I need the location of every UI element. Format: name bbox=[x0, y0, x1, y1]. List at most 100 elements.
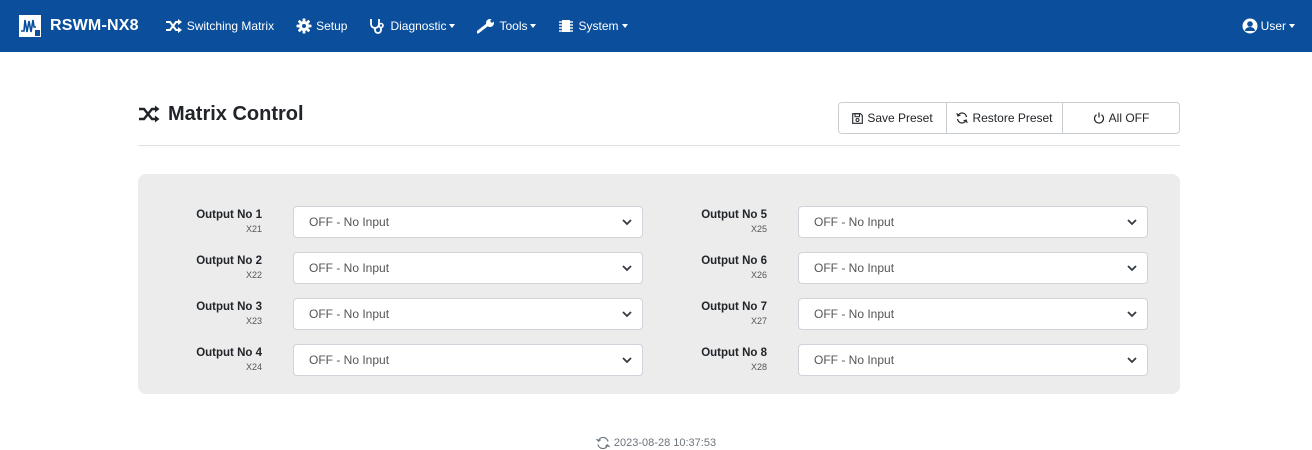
select-value: OFF - No Input bbox=[814, 307, 895, 321]
nav-diagnostic-label: Diagnostic bbox=[390, 19, 447, 33]
chevron-down-icon bbox=[622, 356, 632, 363]
output-row: Output No 1 X21 OFF - No Input bbox=[168, 199, 678, 245]
nav-tools[interactable]: Tools bbox=[477, 18, 537, 34]
chevron-down-icon bbox=[1127, 218, 1137, 225]
chevron-down-icon bbox=[622, 310, 632, 317]
output-code: X23 bbox=[245, 316, 262, 327]
output-row: Output No 8 X28 OFF - No Input bbox=[673, 337, 1183, 383]
timestamp-text: 2023-08-28 10:37:53 bbox=[613, 437, 717, 449]
output-code: X25 bbox=[750, 224, 767, 235]
output-name: Output No 3 bbox=[196, 301, 262, 314]
footer-timestamp: 2023-08-28 10:37:53 bbox=[0, 437, 1312, 449]
output-label: Output No 2 X22 bbox=[168, 255, 293, 281]
output-label: Output No 1 X21 bbox=[168, 209, 293, 235]
nav-diagnostic[interactable]: Diagnostic bbox=[369, 18, 456, 34]
output-1-select[interactable]: OFF - No Input bbox=[293, 206, 643, 238]
chevron-down-icon bbox=[622, 218, 632, 225]
chevron-down-icon bbox=[622, 264, 632, 271]
output-8-select[interactable]: OFF - No Input bbox=[798, 344, 1148, 376]
output-label: Output No 8 X28 bbox=[673, 347, 798, 373]
select-value: OFF - No Input bbox=[309, 215, 390, 229]
nav-tools-label: Tools bbox=[499, 19, 528, 33]
output-name: Output No 2 bbox=[196, 255, 262, 268]
nav-system[interactable]: System bbox=[558, 18, 628, 34]
sync-icon bbox=[595, 437, 610, 449]
preset-button-group: Save Preset Restore Preset All OFF bbox=[838, 102, 1180, 134]
output-row: Output No 4 X24 OFF - No Input bbox=[168, 337, 678, 383]
output-code: X22 bbox=[245, 270, 262, 281]
output-code: X21 bbox=[245, 224, 262, 235]
nav-setup-label: Setup bbox=[316, 19, 348, 33]
output-label: Output No 5 X25 bbox=[673, 209, 798, 235]
shuffle-icon bbox=[139, 105, 160, 123]
outputs-column-right: Output No 5 X25 OFF - No Input Output No… bbox=[673, 199, 1183, 383]
chevron-down-icon bbox=[1289, 24, 1295, 28]
output-row: Output No 2 X22 OFF - No Input bbox=[168, 245, 678, 291]
chevron-down-icon bbox=[1127, 310, 1137, 317]
select-value: OFF - No Input bbox=[814, 261, 895, 275]
nav-setup[interactable]: Setup bbox=[296, 18, 347, 34]
select-value: OFF - No Input bbox=[309, 307, 390, 321]
gear-icon bbox=[296, 18, 312, 34]
brand-logo-icon bbox=[19, 15, 41, 37]
output-5-select[interactable]: OFF - No Input bbox=[798, 206, 1148, 238]
power-icon bbox=[1093, 112, 1104, 124]
select-value: OFF - No Input bbox=[814, 215, 895, 229]
output-6-select[interactable]: OFF - No Input bbox=[798, 252, 1148, 284]
output-code: X26 bbox=[750, 270, 767, 281]
output-4-select[interactable]: OFF - No Input bbox=[293, 344, 643, 376]
output-row: Output No 7 X27 OFF - No Input bbox=[673, 291, 1183, 337]
save-preset-label: Save Preset bbox=[867, 111, 933, 125]
all-off-label: All OFF bbox=[1108, 111, 1150, 125]
chevron-down-icon bbox=[449, 24, 456, 28]
output-row: Output No 6 X26 OFF - No Input bbox=[673, 245, 1183, 291]
chevron-down-icon bbox=[1127, 356, 1137, 363]
restore-preset-label: Restore Preset bbox=[972, 111, 1053, 125]
page-title-text: Matrix Control bbox=[168, 102, 304, 125]
nav-switching-matrix-label: Switching Matrix bbox=[186, 19, 275, 33]
brand-name: RSWM-NX8 bbox=[50, 17, 139, 34]
user-menu-label: User bbox=[1260, 19, 1286, 33]
output-label: Output No 6 X26 bbox=[673, 255, 798, 281]
output-row: Output No 5 X25 OFF - No Input bbox=[673, 199, 1183, 245]
output-code: X24 bbox=[245, 362, 262, 373]
brand[interactable]: RSWM-NX8 bbox=[19, 15, 139, 37]
output-row: Output No 3 X23 OFF - No Input bbox=[168, 291, 678, 337]
outputs-column-left: Output No 1 X21 OFF - No Input Output No… bbox=[168, 199, 678, 383]
nav-switching-matrix[interactable]: Switching Matrix bbox=[165, 19, 274, 33]
output-name: Output No 5 bbox=[701, 209, 767, 222]
all-off-button[interactable]: All OFF bbox=[1063, 103, 1179, 133]
select-value: OFF - No Input bbox=[814, 353, 895, 367]
output-name: Output No 8 bbox=[701, 347, 767, 360]
output-3-select[interactable]: OFF - No Input bbox=[293, 298, 643, 330]
output-code: X27 bbox=[750, 316, 767, 327]
stethoscope-icon bbox=[370, 19, 385, 34]
output-2-select[interactable]: OFF - No Input bbox=[293, 252, 643, 284]
user-menu[interactable]: User bbox=[1242, 18, 1295, 34]
wrench-icon bbox=[477, 19, 495, 34]
output-label: Output No 7 X27 bbox=[673, 301, 798, 327]
user-circle-icon bbox=[1242, 18, 1258, 34]
refresh-icon bbox=[956, 112, 969, 124]
output-label: Output No 4 X24 bbox=[168, 347, 293, 373]
output-name: Output No 6 bbox=[701, 255, 767, 268]
top-navbar: RSWM-NX8 Switching Matrix Setup Diagnost… bbox=[0, 0, 1312, 52]
output-name: Output No 4 bbox=[196, 347, 262, 360]
chevron-down-icon bbox=[621, 24, 628, 28]
matrix-panel: Output No 1 X21 OFF - No Input Output No… bbox=[138, 174, 1180, 394]
restore-preset-button[interactable]: Restore Preset bbox=[947, 103, 1063, 133]
output-label: Output No 3 X23 bbox=[168, 301, 293, 327]
shuffle-icon bbox=[165, 19, 182, 33]
nav-system-label: System bbox=[578, 19, 619, 33]
floppy-disk-icon bbox=[852, 112, 864, 124]
page-title: Matrix Control bbox=[138, 92, 304, 136]
select-value: OFF - No Input bbox=[309, 353, 390, 367]
chevron-down-icon bbox=[1127, 264, 1137, 271]
output-name: Output No 1 bbox=[196, 209, 262, 222]
output-code: X28 bbox=[750, 362, 767, 373]
output-7-select[interactable]: OFF - No Input bbox=[798, 298, 1148, 330]
select-value: OFF - No Input bbox=[309, 261, 390, 275]
save-preset-button[interactable]: Save Preset bbox=[839, 103, 947, 133]
output-name: Output No 7 bbox=[701, 301, 767, 314]
chevron-down-icon bbox=[530, 24, 537, 28]
